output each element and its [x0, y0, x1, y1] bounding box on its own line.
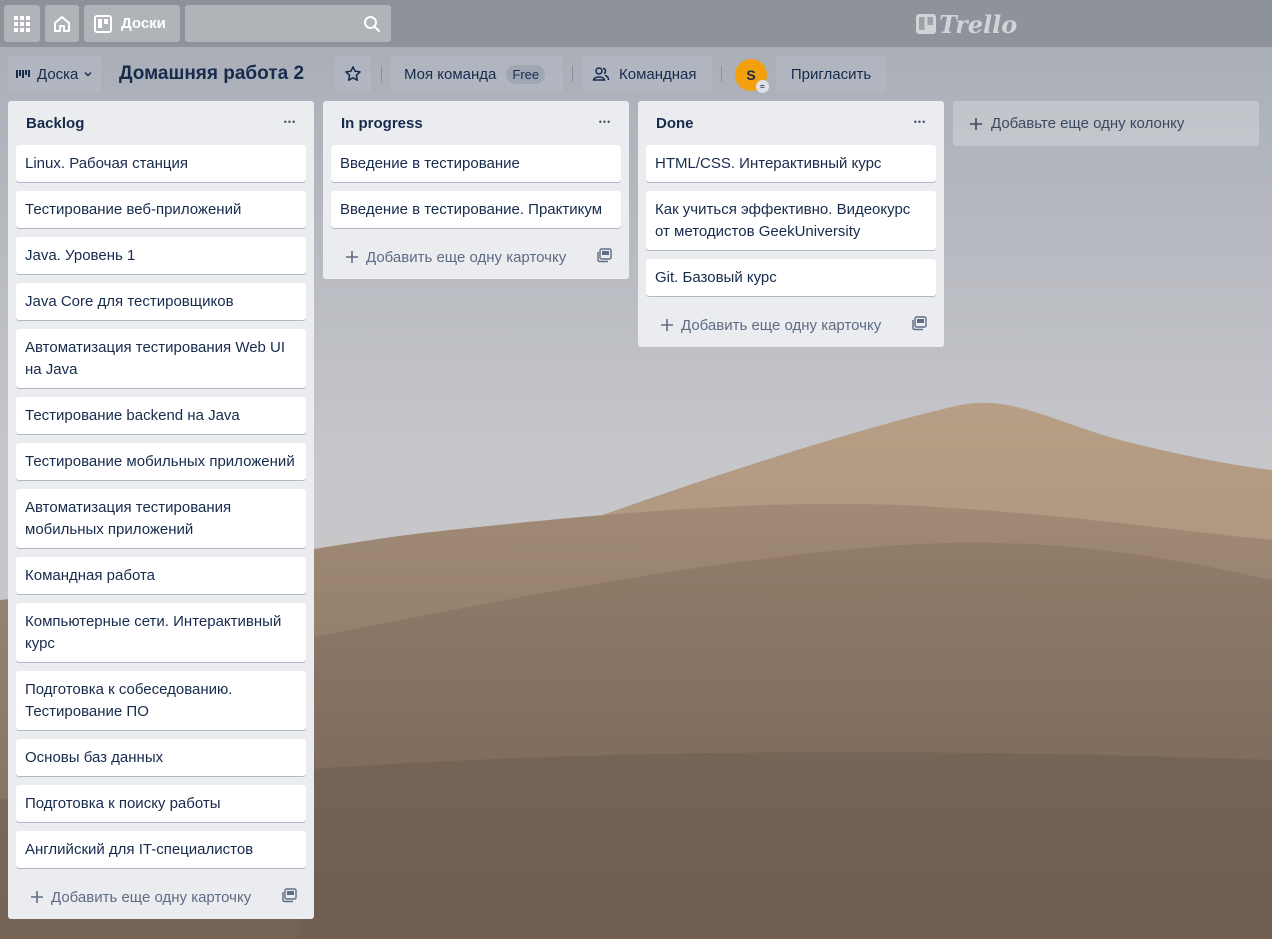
- card-list: Linux. Рабочая станция Тестирование веб-п…: [8, 145, 314, 868]
- top-header: Доски Trello: [0, 0, 1272, 47]
- card[interactable]: Подготовка к поиску работы: [16, 785, 306, 822]
- card[interactable]: Как учиться эффективно. Видеокурс от мет…: [646, 191, 936, 250]
- card[interactable]: Тестирование мобильных приложений: [16, 443, 306, 480]
- plus-icon: [346, 251, 358, 263]
- team-button[interactable]: Моя команда Free: [391, 56, 563, 92]
- list-footer: Добавить еще одну карточку: [323, 235, 629, 279]
- add-card-button[interactable]: Добавить еще одну карточку: [660, 317, 881, 334]
- list-menu-icon[interactable]: •••: [910, 112, 930, 132]
- add-list-button[interactable]: Добавьте еще одну колонку: [953, 101, 1259, 146]
- list-title[interactable]: Backlog: [26, 115, 84, 132]
- trello-logo[interactable]: Trello: [916, 9, 1017, 39]
- list-header: In progress •••: [323, 101, 629, 145]
- list-footer: Добавить еще одну карточку: [8, 875, 314, 919]
- list-menu-icon[interactable]: •••: [280, 112, 300, 132]
- list-0: Backlog ••• Linux. Рабочая станция Тестиров…: [8, 101, 314, 919]
- list-title[interactable]: Done: [656, 115, 694, 132]
- card[interactable]: Git. Базовый курс: [646, 259, 936, 296]
- card[interactable]: Тестирование веб-приложений: [16, 191, 306, 228]
- apps-button[interactable]: [4, 5, 40, 42]
- search-icon: [364, 15, 380, 32]
- search-input[interactable]: [185, 5, 391, 42]
- trello-logo-icon: [916, 14, 936, 34]
- board-header: Доска Домашняя работа 2 Моя команда Free…: [0, 47, 1272, 101]
- add-card-label: Добавить еще одну карточку: [681, 316, 882, 334]
- header-divider: [381, 66, 382, 82]
- plus-icon: [31, 891, 43, 903]
- card[interactable]: Введение в тестирование: [331, 145, 621, 182]
- card[interactable]: Автоматизация тестирования мобильных при…: [16, 489, 306, 548]
- admin-chevron-icon: ≈: [756, 80, 769, 93]
- card[interactable]: Подготовка к собеседованию. Тестирование…: [16, 671, 306, 730]
- board-view-icon: [16, 70, 30, 78]
- boards-button[interactable]: Доски: [84, 5, 180, 42]
- header-divider: [572, 66, 573, 82]
- add-card-button[interactable]: Добавить еще одну карточку: [30, 889, 251, 906]
- visibility-label: Командная: [619, 65, 697, 83]
- card[interactable]: HTML/CSS. Интерактивный курс: [646, 145, 936, 182]
- board-view-label: Доска: [37, 65, 79, 83]
- avatar-initial: S: [746, 67, 756, 83]
- board-title[interactable]: Домашняя работа 2: [119, 63, 304, 85]
- list-title[interactable]: In progress: [341, 115, 423, 132]
- card[interactable]: Компьютерные сети. Интерактивный курс: [16, 603, 306, 662]
- card-template-button[interactable]: [597, 247, 613, 267]
- visibility-button[interactable]: Командная: [582, 56, 712, 92]
- header-divider: [721, 66, 722, 82]
- card[interactable]: Java. Уровень 1: [16, 237, 306, 274]
- team-label: Моя команда: [404, 65, 497, 83]
- card-template-button[interactable]: [282, 887, 298, 907]
- card[interactable]: Автоматизация тестирования Web UI на Jav…: [16, 329, 306, 388]
- list-2: Done ••• HTML/CSS. Интерактивный курс Как у…: [638, 101, 944, 347]
- card[interactable]: Java Core для тестировщиков: [16, 283, 306, 320]
- card-list: Введение в тестирование Введение в тестир…: [323, 145, 629, 228]
- plus-icon: [661, 319, 673, 331]
- list-footer: Добавить еще одну карточку: [638, 303, 944, 347]
- chevron-down-icon: [84, 72, 92, 77]
- boards-label: Доски: [121, 15, 166, 32]
- card[interactable]: Основы баз данных: [16, 739, 306, 776]
- card-list: HTML/CSS. Интерактивный курс Как учиться …: [638, 145, 944, 296]
- template-icon: [282, 888, 297, 903]
- invite-button[interactable]: Пригласить: [776, 56, 886, 92]
- invite-label: Пригласить: [790, 65, 872, 83]
- member-avatar[interactable]: S ≈: [735, 59, 769, 93]
- card[interactable]: Командная работа: [16, 557, 306, 594]
- list-header: Done •••: [638, 101, 944, 145]
- list-menu-icon[interactable]: •••: [595, 112, 615, 132]
- template-icon: [597, 248, 612, 263]
- apps-grid-icon: [14, 15, 30, 32]
- card[interactable]: Linux. Рабочая станция: [16, 145, 306, 182]
- list-1: In progress ••• Введение в тестирование Вве…: [323, 101, 629, 279]
- add-card-label: Добавить еще одну карточку: [366, 248, 567, 266]
- board-icon: [94, 14, 112, 33]
- home-icon: [54, 15, 70, 32]
- team-visibility-icon: [592, 67, 610, 81]
- board-view-switcher[interactable]: Доска: [8, 56, 101, 92]
- add-card-button[interactable]: Добавить еще одну карточку: [345, 249, 566, 266]
- logo-text: Trello: [939, 9, 1018, 39]
- template-icon: [912, 316, 927, 331]
- list-header: Backlog •••: [8, 101, 314, 145]
- star-icon: [345, 66, 361, 81]
- card[interactable]: Введение в тестирование. Практикум: [331, 191, 621, 228]
- add-list-label: Добавьте еще одну колонку: [991, 115, 1185, 132]
- card[interactable]: Тестирование backend на Java: [16, 397, 306, 434]
- plus-icon: [970, 117, 982, 130]
- home-button[interactable]: [45, 5, 79, 42]
- card[interactable]: Английский для IT-специалистов: [16, 831, 306, 868]
- team-plan-badge: Free: [506, 64, 546, 84]
- add-card-label: Добавить еще одну карточку: [51, 888, 252, 906]
- star-button[interactable]: [335, 56, 371, 92]
- card-template-button[interactable]: [912, 315, 928, 335]
